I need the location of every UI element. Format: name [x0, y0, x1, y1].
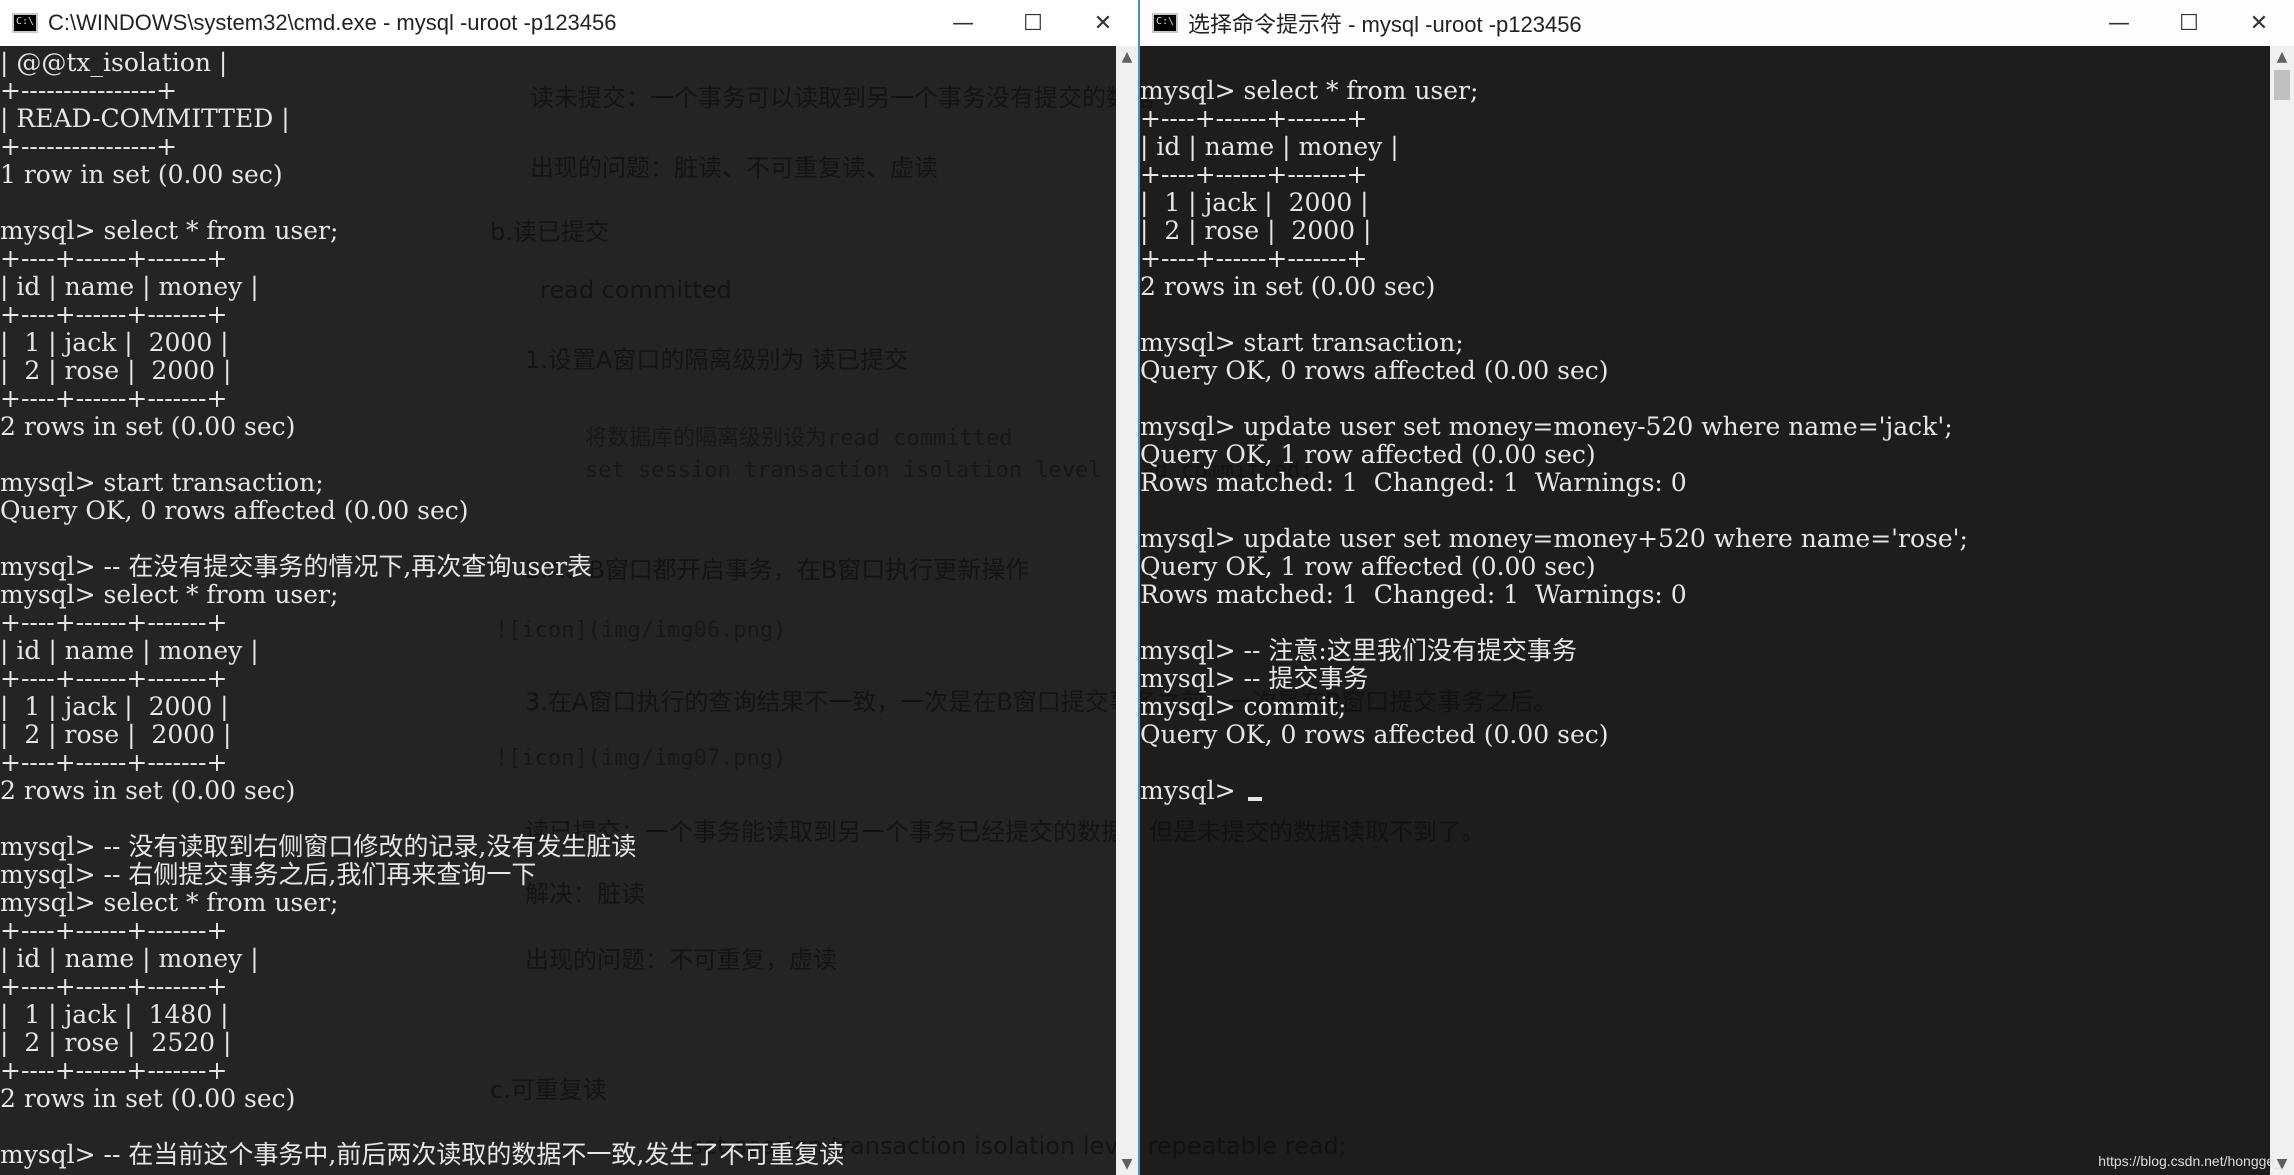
scroll-down-icon[interactable]: ▼: [1116, 1153, 1138, 1175]
console-line: | 1 | jack | 2000 |: [0, 328, 229, 357]
console-line: +----------------+: [0, 76, 178, 105]
close-icon[interactable]: ✕: [1068, 0, 1138, 46]
console-line: 2 rows in set (0.00 sec): [0, 776, 296, 805]
console-line: mysql> select * from user;: [0, 216, 339, 245]
console-line: 2 rows in set (0.00 sec): [0, 1084, 296, 1113]
console-line: +----+------+-------+: [0, 972, 228, 1001]
console-line: mysql> -- 在当前这个事务中,前后两次读取的数据不一致,发生了不可重复读: [0, 1140, 845, 1169]
console-line: | id | name | money |: [0, 944, 259, 973]
console-line: +----+------+-------+: [1140, 160, 1368, 189]
console-line: Rows matched: 1 Changed: 1 Warnings: 0: [1140, 580, 1687, 609]
console-line: +----+------+-------+: [0, 300, 228, 329]
scroll-up-icon[interactable]: ▲: [1116, 46, 1138, 68]
console-line: Query OK, 1 row affected (0.00 sec): [1140, 440, 1596, 469]
console-line: 2 rows in set (0.00 sec): [1140, 272, 1436, 301]
watermark-url: https://blog.csdn.net/hongge_: [2098, 1153, 2282, 1169]
console-line: | 1 | jack | 2000 |: [1140, 188, 1369, 217]
console-line: | 2 | rose | 2520 |: [0, 1028, 232, 1057]
console-line: +----+------+-------+: [0, 916, 228, 945]
console-line: +----+------+-------+: [1140, 244, 1368, 273]
console-line: mysql> -- 注意:这里我们没有提交事务: [1140, 636, 1577, 665]
console-line: | 2 | rose | 2000 |: [0, 356, 232, 385]
console-line: | 2 | rose | 2000 |: [1140, 216, 1372, 245]
left-console-output[interactable]: | @@tx_isolation | +----------------+ | RE…: [0, 46, 1116, 1175]
console-line: mysql> -- 提交事务: [1140, 664, 1369, 693]
console-line: mysql> -- 右侧提交事务之后,我们再来查询一下: [0, 860, 537, 889]
console-line: Query OK, 0 rows affected (0.00 sec): [1140, 720, 1609, 749]
console-line: | id | name | money |: [0, 272, 259, 301]
right-window-title: 选择命令提示符 - mysql -uroot -p123456: [1188, 12, 1582, 37]
console-line: mysql> select * from user;: [1140, 76, 1479, 105]
console-line: Query OK, 1 row affected (0.00 sec): [1140, 552, 1596, 581]
left-titlebar[interactable]: C:\WINDOWS\system32\cmd.exe - mysql -uro…: [0, 0, 1138, 46]
right-window-controls: — ☐ ✕: [2084, 0, 2294, 46]
text-cursor: [1247, 797, 1262, 801]
right-console-output[interactable]: mysql> select * from user; +----+------+-…: [1140, 46, 2270, 1175]
console-line: Query OK, 0 rows affected (0.00 sec): [0, 496, 469, 525]
console-line: mysql> select * from user;: [0, 888, 339, 917]
console-line: | 1 | jack | 1480 |: [0, 1000, 229, 1029]
cmd-icon: [1152, 13, 1178, 33]
console-line: +----------------+: [0, 132, 178, 161]
close-icon[interactable]: ✕: [2224, 0, 2294, 46]
right-scrollbar[interactable]: ▲ ▼: [2270, 46, 2294, 1175]
right-scrollbar-thumb[interactable]: [2274, 70, 2290, 100]
console-line: mysql>: [1140, 777, 1262, 805]
console-line: | 2 | rose | 2000 |: [0, 720, 232, 749]
console-line: +----+------+-------+: [0, 608, 228, 637]
cmd-icon: [12, 13, 38, 33]
left-scrollbar[interactable]: ▲ ▼: [1116, 46, 1138, 1175]
console-line: | @@tx_isolation |: [0, 48, 228, 77]
scroll-up-icon[interactable]: ▲: [2270, 46, 2294, 68]
console-line: mysql> -- 没有读取到右侧窗口修改的记录,没有发生脏读: [0, 832, 637, 861]
console-line: mysql> start transaction;: [1140, 328, 1464, 357]
minimize-icon[interactable]: —: [928, 0, 998, 46]
console-line: mysql> select * from user;: [0, 580, 339, 609]
console-line: 2 rows in set (0.00 sec): [0, 412, 296, 441]
console-line: +----+------+-------+: [0, 748, 228, 777]
console-line: | READ-COMMITTED |: [0, 104, 290, 133]
console-line: +----+------+-------+: [1140, 104, 1368, 133]
console-line: | id | name | money |: [0, 636, 259, 665]
left-cmd-window[interactable]: C:\WINDOWS\system32\cmd.exe - mysql -uro…: [0, 0, 1138, 1175]
console-line: +----+------+-------+: [0, 384, 228, 413]
console-line: 1 row in set (0.00 sec): [0, 160, 283, 189]
console-line: +----+------+-------+: [0, 1056, 228, 1085]
console-line: mysql> start transaction;: [0, 468, 324, 497]
console-line: mysql> update user set money=money+520 w…: [1140, 524, 1968, 553]
console-line: | 1 | jack | 2000 |: [0, 692, 229, 721]
minimize-icon[interactable]: —: [2084, 0, 2154, 46]
right-cmd-window[interactable]: 选择命令提示符 - mysql -uroot -p123456 — ☐ ✕ my…: [1138, 0, 2294, 1175]
console-line: Rows matched: 1 Changed: 1 Warnings: 0: [1140, 468, 1687, 497]
left-scrollbar-track[interactable]: [1120, 70, 1134, 110]
console-line: Query OK, 0 rows affected (0.00 sec): [1140, 356, 1609, 385]
console-line: +----+------+-------+: [0, 664, 228, 693]
console-line: | id | name | money |: [1140, 132, 1399, 161]
console-line: mysql> commit;: [1140, 692, 1347, 721]
left-window-controls: — ☐ ✕: [928, 0, 1138, 46]
maximize-icon[interactable]: ☐: [2154, 0, 2224, 46]
right-titlebar[interactable]: 选择命令提示符 - mysql -uroot -p123456 — ☐ ✕: [1140, 0, 2294, 46]
left-window-title: C:\WINDOWS\system32\cmd.exe - mysql -uro…: [48, 10, 617, 35]
console-line: mysql> -- 在没有提交事务的情况下,再次查询user表: [0, 552, 593, 581]
console-line: mysql> update user set money=money-520 w…: [1140, 412, 1953, 441]
maximize-icon[interactable]: ☐: [998, 0, 1068, 46]
console-line: +----+------+-------+: [0, 244, 228, 273]
